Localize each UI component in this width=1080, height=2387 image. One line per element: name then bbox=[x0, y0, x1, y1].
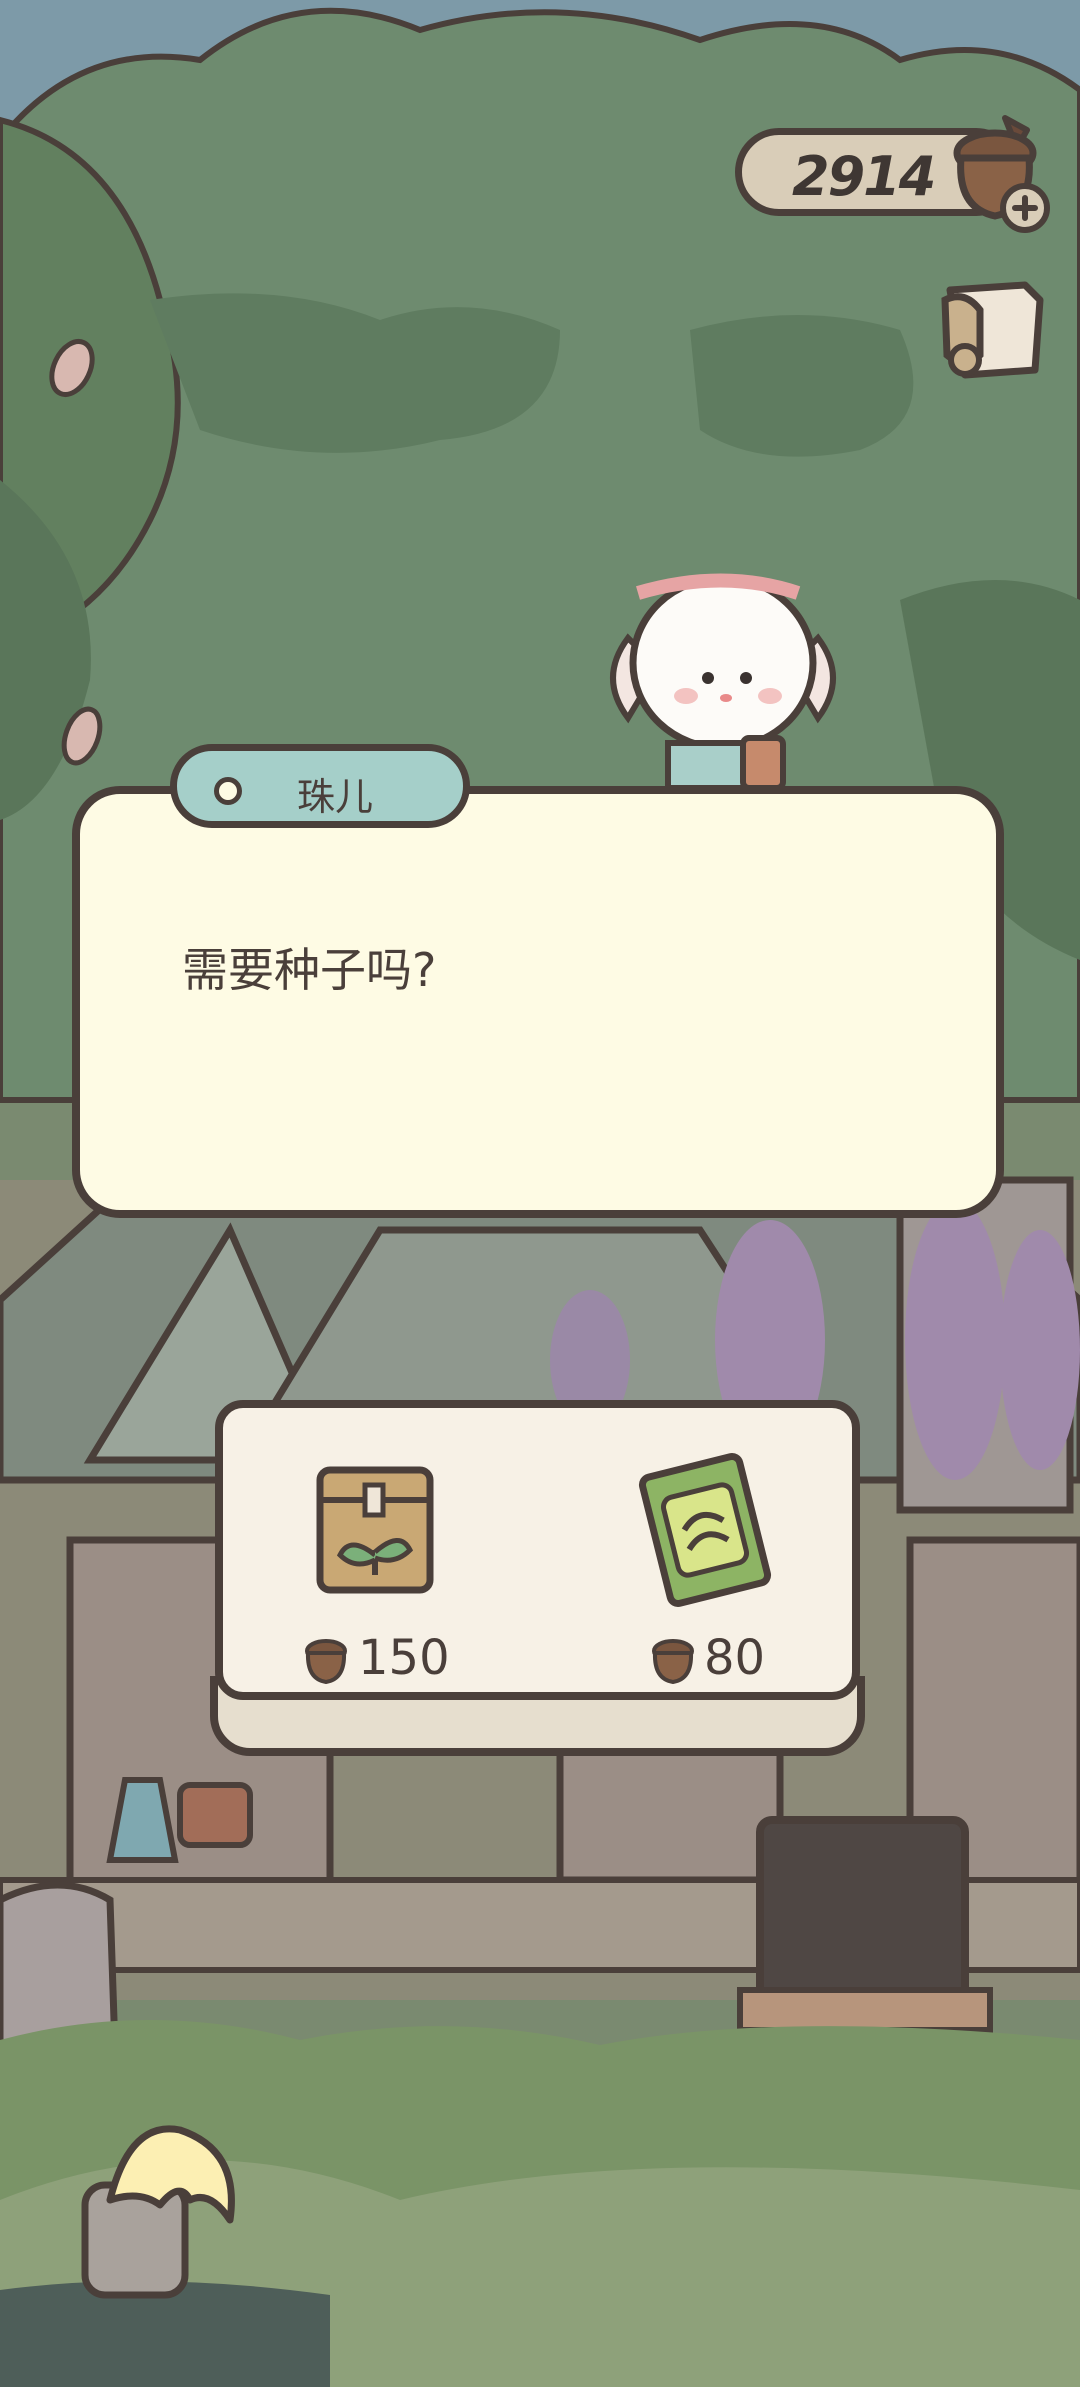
acorn-count: 2914 bbox=[792, 145, 936, 208]
seed-bag-price: 150 bbox=[358, 1630, 450, 1686]
seed-bag-item[interactable] bbox=[310, 1460, 440, 1600]
seed-packet-icon bbox=[638, 1453, 772, 1607]
dialog-text: 需要种子吗? bbox=[182, 943, 437, 997]
name-dot-icon bbox=[214, 777, 242, 805]
flag-button[interactable] bbox=[925, 270, 1055, 390]
character-zhuer bbox=[610, 573, 836, 788]
horn-icon bbox=[81, 2125, 235, 2299]
speaker-name: 珠儿 bbox=[297, 775, 374, 819]
seed-packet-item[interactable] bbox=[630, 1450, 780, 1610]
plus-icon bbox=[1000, 183, 1050, 233]
horn-button[interactable] bbox=[70, 2110, 250, 2300]
seed-packet-price: 80 bbox=[704, 1630, 766, 1686]
dialog-box[interactable]: 需要种子吗? bbox=[72, 786, 1004, 1218]
seed-bag-icon bbox=[316, 1466, 434, 1594]
flag-icon bbox=[941, 281, 1044, 379]
acorn-icon bbox=[305, 1639, 347, 1685]
acorn-add-button[interactable] bbox=[935, 108, 1055, 238]
acorn-icon bbox=[652, 1639, 694, 1685]
speaker-name-tag: 珠儿 bbox=[170, 744, 470, 828]
